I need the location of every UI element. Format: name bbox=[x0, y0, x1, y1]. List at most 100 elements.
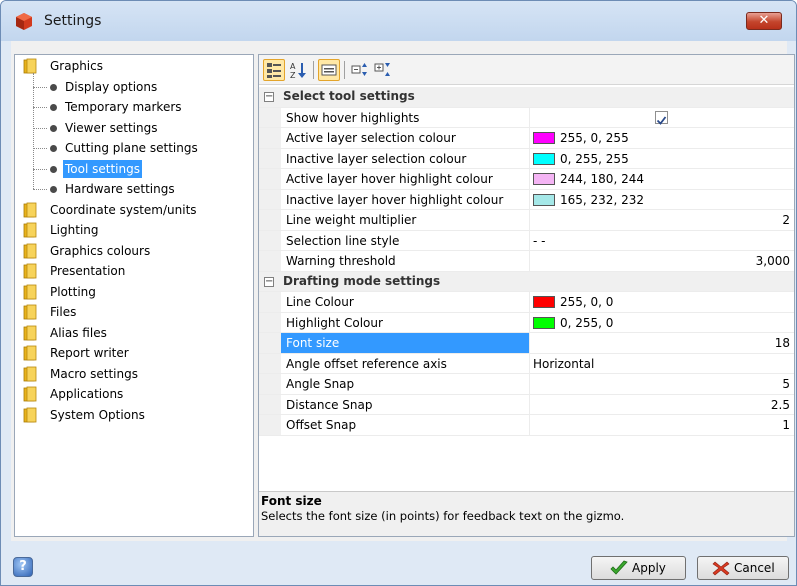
color-swatch bbox=[533, 152, 555, 165]
numeric-value: 18 bbox=[774, 336, 790, 350]
svg-text:A: A bbox=[290, 62, 296, 71]
property-row[interactable]: Line weight multiplier 2 bbox=[259, 210, 794, 231]
row-margin bbox=[259, 189, 281, 209]
tree-item[interactable]: Presentation bbox=[15, 262, 253, 280]
collapse-icon[interactable]: − bbox=[264, 92, 274, 102]
color-value: 244, 180, 244 bbox=[560, 172, 644, 186]
tree-item[interactable]: Viewer settings bbox=[15, 119, 253, 137]
collapse-icon[interactable]: − bbox=[264, 276, 274, 287]
property-value[interactable]: 2.5 bbox=[529, 395, 794, 415]
property-grid[interactable]: − Select tool settings Show hover highligh… bbox=[259, 87, 794, 436]
tree-connector-line bbox=[33, 189, 47, 190]
property-value[interactable]: 1 bbox=[529, 415, 794, 435]
color-swatch bbox=[533, 193, 555, 206]
description-title: Font size bbox=[261, 494, 322, 508]
property-row[interactable]: Font size 18 bbox=[259, 333, 794, 354]
property-row[interactable]: Show hover highlights bbox=[259, 107, 794, 128]
property-row[interactable]: Angle Snap 5 bbox=[259, 374, 794, 395]
checkmark-icon bbox=[656, 115, 667, 125]
folder-icon bbox=[23, 325, 37, 340]
property-row[interactable]: Angle offset reference axis Horizontal bbox=[259, 353, 794, 374]
collapse-all-button[interactable] bbox=[372, 59, 394, 81]
categorized-icon bbox=[267, 63, 281, 78]
property-row[interactable]: Highlight Colour 0, 255, 0 bbox=[259, 312, 794, 333]
property-row[interactable]: Warning threshold 3,000 bbox=[259, 251, 794, 272]
category-row[interactable]: − Drafting mode settings bbox=[259, 271, 794, 292]
expand-all-icon bbox=[351, 63, 367, 76]
tree-leaf-bullet-icon bbox=[50, 124, 57, 132]
apply-label: Apply bbox=[632, 561, 666, 575]
tree-item[interactable]: Macro settings bbox=[15, 365, 253, 383]
property-value[interactable]: 0, 255, 0 bbox=[529, 313, 794, 333]
tree-item[interactable]: Cutting plane settings bbox=[15, 139, 253, 157]
property-value[interactable]: 255, 0, 0 bbox=[529, 292, 794, 312]
tree-item[interactable]: Plotting bbox=[15, 283, 253, 301]
apply-button[interactable]: Apply bbox=[591, 556, 686, 580]
cancel-x-icon bbox=[712, 561, 730, 576]
property-row[interactable]: Active layer hover highlight colour 244, … bbox=[259, 169, 794, 190]
folder-icon bbox=[23, 202, 37, 217]
property-value[interactable]: Horizontal bbox=[529, 354, 794, 374]
tree-item-label: System Options bbox=[50, 407, 145, 422]
settings-tree[interactable]: Graphics Display options Temporary markers… bbox=[14, 54, 254, 537]
cancel-button[interactable]: Cancel bbox=[697, 556, 789, 580]
property-value[interactable]: 2 bbox=[529, 210, 794, 230]
tree-item[interactable]: Graphics colours bbox=[15, 242, 253, 260]
tree-item[interactable]: Coordinate system/units bbox=[15, 201, 253, 219]
property-value[interactable]: 3,000 bbox=[529, 251, 794, 271]
property-pages-button[interactable] bbox=[318, 59, 340, 81]
tree-item[interactable]: Lighting bbox=[15, 221, 253, 239]
property-row[interactable]: Line Colour 255, 0, 0 bbox=[259, 292, 794, 313]
categorized-button[interactable] bbox=[263, 59, 285, 81]
tree-connector-line bbox=[33, 73, 34, 189]
property-row[interactable]: Selection line style - - bbox=[259, 230, 794, 251]
category-label: Drafting mode settings bbox=[283, 273, 441, 288]
property-name: Line weight multiplier bbox=[286, 213, 417, 227]
property-value[interactable]: 244, 180, 244 bbox=[529, 169, 794, 189]
category-row[interactable]: − Select tool settings bbox=[259, 87, 794, 108]
show-hover-highlights-checkbox[interactable] bbox=[655, 110, 668, 125]
property-value[interactable] bbox=[529, 108, 794, 128]
settings-window: Settings ✕ Graphics Display options Tempor… bbox=[0, 0, 797, 586]
tree-leaf-bullet-icon bbox=[50, 83, 57, 91]
property-row[interactable]: Active layer selection colour 255, 0, 255 bbox=[259, 128, 794, 149]
tree-item[interactable]: System Options bbox=[15, 406, 253, 424]
tree-item-label: Alias files bbox=[50, 325, 107, 340]
property-row[interactable]: Inactive layer selection colour 0, 255, 2… bbox=[259, 148, 794, 169]
tree-item[interactable]: Tool settings bbox=[15, 159, 253, 178]
tree-leaf-bullet-icon bbox=[50, 165, 57, 173]
property-row[interactable]: Offset Snap 1 bbox=[259, 415, 794, 436]
property-value[interactable]: 5 bbox=[529, 374, 794, 394]
property-name: Distance Snap bbox=[286, 397, 373, 412]
tree-item[interactable]: Hardware settings bbox=[15, 180, 253, 198]
property-row[interactable]: Distance Snap 2.5 bbox=[259, 394, 794, 415]
property-value[interactable]: 255, 0, 255 bbox=[529, 128, 794, 148]
property-name: Angle offset reference axis bbox=[286, 356, 447, 371]
tree-item[interactable]: Temporary markers bbox=[15, 98, 253, 116]
tree-item[interactable]: Applications bbox=[15, 385, 253, 403]
property-value[interactable]: - - bbox=[529, 231, 794, 251]
help-button[interactable]: ? bbox=[13, 557, 33, 577]
color-swatch bbox=[533, 316, 555, 329]
property-value[interactable]: 165, 232, 232 bbox=[529, 190, 794, 210]
close-button[interactable]: ✕ bbox=[746, 12, 782, 30]
color-value: 255, 0, 0 bbox=[560, 295, 614, 309]
tree-item[interactable]: Files bbox=[15, 303, 253, 321]
sort-alphabetical-button[interactable]: A Z bbox=[287, 59, 309, 81]
tree-item[interactable]: Display options bbox=[15, 78, 253, 96]
property-value[interactable]: 0, 255, 255 bbox=[529, 149, 794, 169]
property-row[interactable]: Inactive layer hover highlight colour 165… bbox=[259, 189, 794, 210]
tree-item-label: Graphics bbox=[50, 59, 103, 73]
tree-item[interactable]: Alias files bbox=[15, 324, 253, 342]
toolbar-separator bbox=[344, 61, 345, 79]
close-icon: ✕ bbox=[758, 13, 770, 28]
tree-item[interactable]: Graphics bbox=[15, 57, 253, 75]
tree-leaf-bullet-icon bbox=[50, 145, 57, 152]
tree-item[interactable]: Report writer bbox=[15, 344, 253, 362]
expand-all-button[interactable] bbox=[349, 59, 371, 81]
row-margin bbox=[259, 312, 281, 332]
folder-icon bbox=[23, 284, 37, 299]
property-value[interactable]: 18 bbox=[529, 333, 794, 353]
title-bar[interactable]: Settings ✕ bbox=[1, 1, 796, 41]
text-value: - - bbox=[533, 233, 546, 248]
